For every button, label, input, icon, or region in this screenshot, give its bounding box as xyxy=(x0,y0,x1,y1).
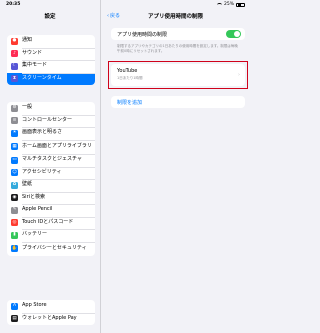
wallet-icon: ▤ xyxy=(11,315,18,323)
sidebar-item-label: ウォレットとApple Pay xyxy=(22,314,77,321)
sidebar-group: ⚙ 一般 ≡ コントロールセンター ☀ 画面表示と明るさ ▦ ホーム画面とアプリライブラリ ▭ マ… xyxy=(7,102,95,256)
fingerprint-icon: ◎ xyxy=(11,219,18,227)
sidebar-item[interactable]: ☺ アクセシビリティ xyxy=(7,166,95,180)
app-limits-toggle-row: アプリ使用時間の制限 xyxy=(111,28,245,40)
app-store-icon: A xyxy=(11,302,18,310)
sidebar-item[interactable]: ≡ コントロールセンター xyxy=(7,114,95,128)
sidebar-item[interactable]: A App Store xyxy=(7,300,95,313)
sidebar-item[interactable]: ☀ 画面表示と明るさ xyxy=(7,127,95,140)
sidebar-item-label: サウンド xyxy=(22,49,43,56)
wallpaper-icon: ✿ xyxy=(11,181,18,189)
sidebar-item-label: Touch IDとパスコード xyxy=(22,218,74,225)
toggle-label: アプリ使用時間の制限 xyxy=(117,31,168,38)
sidebar-item-label: バッテリー xyxy=(22,231,48,238)
sidebar-item-label: プライバシーとセキュリティ xyxy=(22,244,87,251)
sidebar-item-label: ホーム画面とアプリライブラリ xyxy=(22,142,92,149)
sidebar-item-label: 集中モード xyxy=(22,62,48,69)
highlight-box xyxy=(108,61,248,89)
page-title: アプリ使用時間の制限 xyxy=(147,14,203,20)
gear-icon: ⚙ xyxy=(11,104,18,112)
multitask-icon: ▭ xyxy=(11,156,18,164)
sidebar-item-label: スクリーンタイム xyxy=(22,74,62,81)
moon-icon: ☾ xyxy=(11,62,18,70)
sidebar-item[interactable]: ● 通知 xyxy=(7,35,95,48)
sidebar-group: ● 通知 ♪ サウンド ☾ 集中モード ⧗ スクリーンタイム xyxy=(7,35,95,85)
sidebar-item-label: 一般 xyxy=(22,104,33,111)
home-screen-icon: ▦ xyxy=(11,143,18,151)
privacy-hand-icon: ✋ xyxy=(11,245,18,253)
hourglass-icon: ⧗ xyxy=(11,75,18,83)
sidebar-item[interactable]: ✋ プライバシーとセキュリティ xyxy=(7,241,95,257)
add-limit-label: 制限を追加 xyxy=(117,99,143,106)
siri-icon: ◉ xyxy=(11,194,18,202)
sidebar-item[interactable]: ▮ バッテリー xyxy=(7,229,95,242)
sidebar-item-label: App Store xyxy=(22,302,47,309)
sidebar-item-label: アクセシビリティ xyxy=(22,168,62,175)
toggle-card: アプリ使用時間の制限 xyxy=(111,28,245,40)
sidebar-item[interactable]: ◎ Touch IDとパスコード xyxy=(7,216,95,230)
sidebar-item-label: 画面表示と明るさ xyxy=(22,129,63,136)
settings-sidebar: 設定 ● 通知 ♪ サウンド ☾ 集中モード ⧗ スクリーンタイム ⚙ 一般 ≡ コントロールセンター… xyxy=(0,0,100,333)
sidebar-item-label: コントロールセンター xyxy=(22,116,73,123)
sidebar-item[interactable]: ⚙ 一般 xyxy=(7,102,95,115)
app-limits-toggle[interactable] xyxy=(226,30,241,38)
sidebar-item[interactable]: ▦ ホーム画面とアプリライブラリ xyxy=(7,139,95,155)
sidebar-item[interactable]: ⧗ スクリーンタイム xyxy=(7,72,95,85)
sidebar-item[interactable]: ☾ 集中モード xyxy=(7,60,95,73)
control-center-icon: ≡ xyxy=(11,117,18,125)
bell-icon: ● xyxy=(11,37,18,45)
battery-icon: ▮ xyxy=(11,231,18,239)
sidebar-item-label: マルチタスクとジェスチャ xyxy=(22,156,82,163)
sidebar-title: 設定 xyxy=(44,14,56,20)
footnote: 制限するアプリやカテゴリの1日あたりの使用時間を設定します。制限は毎晩午前0時に… xyxy=(117,44,238,54)
accessibility-icon: ☺ xyxy=(11,169,18,177)
sidebar-item[interactable]: ▭ マルチタスクとジェスチャ xyxy=(7,154,95,167)
pencil-icon: ✎ xyxy=(11,206,18,214)
sidebar-item[interactable]: ✎ Apple Pencil xyxy=(7,204,95,217)
sidebar-item-label: Apple Pencil xyxy=(22,206,53,213)
sidebar-item[interactable]: ▤ ウォレットとApple Pay xyxy=(7,312,95,326)
sidebar-item[interactable]: ◉ Siriと検索 xyxy=(7,191,95,205)
brightness-icon: ☀ xyxy=(11,129,18,137)
sidebar-item-label: Siriと検索 xyxy=(22,193,46,200)
sidebar-item[interactable]: ♪ サウンド xyxy=(7,47,95,61)
detail-pane: ‹ 戻る アプリ使用時間の制限 アプリ使用時間の制限 制限するアプリやカテゴリの… xyxy=(101,0,250,333)
sidebar-group: A App Store ▤ ウォレットとApple Pay xyxy=(7,300,95,325)
add-limit-button[interactable]: 制限を追加 xyxy=(111,96,245,108)
sidebar-item[interactable]: ✿ 壁紙 xyxy=(7,179,95,192)
sidebar-item-label: 壁紙 xyxy=(22,181,33,188)
sidebar-item-label: 通知 xyxy=(22,37,33,44)
speaker-icon: ♪ xyxy=(11,50,18,58)
